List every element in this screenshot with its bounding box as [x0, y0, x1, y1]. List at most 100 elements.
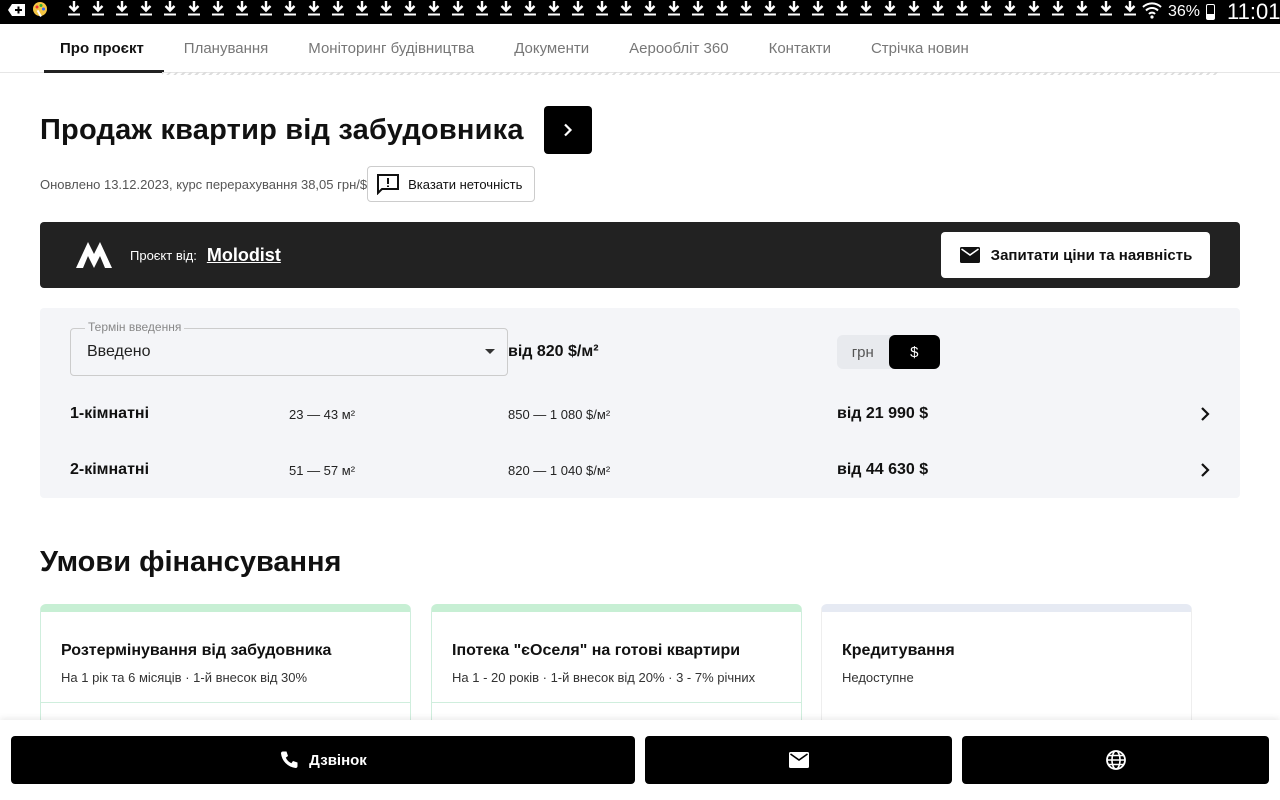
price-per-sqm: 850 — 1 080 $/м²: [508, 406, 611, 422]
feedback-icon: [377, 174, 400, 195]
download-icon: [182, 0, 206, 24]
battery-icon: [1206, 4, 1216, 20]
developer-logo: [76, 242, 112, 268]
developer-link[interactable]: Molodist: [207, 245, 281, 266]
price-panel: Термін введення Введено від 820 $/м² грн…: [40, 308, 1240, 498]
developer-bar: Проєкт від: Molodist Запитати ціни та на…: [40, 222, 1240, 288]
download-icon: [446, 0, 470, 24]
tab-news[interactable]: Стрічка новин: [851, 24, 989, 73]
financing-card-installment[interactable]: Розтермінування від забудовника На 1 рік…: [40, 604, 411, 734]
mail-icon: [959, 247, 980, 263]
card-desc: Недоступне: [842, 670, 914, 685]
download-icon: [206, 0, 230, 24]
download-icon: [1046, 0, 1070, 24]
call-label: Дзвінок: [309, 751, 367, 769]
update-info: Оновлено 13.12.2023, курс перерахування …: [40, 166, 536, 202]
download-icon: [422, 0, 446, 24]
completion-term-select[interactable]: Термін введення Введено: [70, 320, 508, 376]
report-label: Вказати неточність: [408, 176, 523, 192]
tab-aerial-360[interactable]: Аерообліт 360: [609, 24, 748, 73]
download-icon: [974, 0, 998, 24]
card-desc: На 1 рік та 6 місяців · 1-й внесок від 3…: [61, 670, 308, 685]
download-icon: [158, 0, 182, 24]
tab-contacts[interactable]: Контакти: [749, 24, 851, 73]
table-row[interactable]: 2-кімнатні 51 — 57 м² 820 — 1 040 $/м² в…: [70, 450, 1210, 490]
price-per-sqm: 820 — 1 040 $/м²: [508, 462, 611, 478]
download-icon: [1118, 0, 1142, 24]
phone-icon: [281, 751, 298, 768]
chevron-right-icon: [1201, 463, 1210, 477]
tab-documents[interactable]: Документи: [494, 24, 609, 73]
download-icon: [710, 0, 734, 24]
tab-planning[interactable]: Планування: [164, 24, 289, 73]
add-box-icon: [8, 0, 26, 24]
call-button[interactable]: Дзвінок: [11, 736, 635, 784]
download-icon: [518, 0, 542, 24]
financing-card-credit[interactable]: Кредитування Недоступне: [821, 604, 1192, 734]
download-icon: [62, 0, 86, 24]
status-bar: 36% 11:01: [0, 0, 1280, 24]
download-icon: [326, 0, 350, 24]
download-icon: [494, 0, 518, 24]
download-icon: [1022, 0, 1046, 24]
download-icon: [806, 0, 830, 24]
ask-prices-button[interactable]: Запитати ціни та наявність: [941, 232, 1210, 278]
currency-toggle: грн $: [837, 335, 940, 369]
price-from: від 21 990 $: [837, 405, 929, 422]
financing-title: Умови фінансування: [40, 546, 342, 578]
download-icon: [638, 0, 662, 24]
card-desc: На 1 - 20 років · 1-й внесок від 20% · 3…: [452, 670, 756, 685]
download-icon: [470, 0, 494, 24]
select-value: Введено: [87, 343, 151, 360]
page-header: Продаж квартир від забудовника: [40, 106, 592, 154]
download-icon: [86, 0, 110, 24]
download-icon: [278, 0, 302, 24]
bottom-action-bar: Дзвінок: [0, 720, 1280, 800]
mail-icon: [788, 752, 809, 768]
report-inaccuracy-button[interactable]: Вказати неточність: [367, 166, 536, 202]
download-notifications: [62, 0, 1142, 24]
download-icon: [254, 0, 278, 24]
download-icon: [926, 0, 950, 24]
globe-icon: [1105, 750, 1126, 770]
wifi-icon: [1142, 1, 1162, 24]
room-type: 2-кімнатні: [70, 461, 150, 478]
update-text: Оновлено 13.12.2023, курс перерахування …: [40, 176, 368, 192]
download-icon: [110, 0, 134, 24]
project-tabs: Про проєкт Планування Моніторинг будівни…: [0, 24, 1280, 73]
tab-about[interactable]: Про проєкт: [40, 24, 164, 73]
ask-prices-label: Запитати ціни та наявність: [990, 246, 1193, 264]
currency-usd-button[interactable]: $: [888, 335, 940, 369]
min-price-per-sqm: від 820 $/м²: [508, 343, 599, 360]
developer-label: Проєкт від:: [130, 247, 197, 263]
download-icon: [758, 0, 782, 24]
area-range: 23 — 43 м²: [289, 406, 356, 422]
download-icon: [590, 0, 614, 24]
download-icon: [998, 0, 1022, 24]
download-icon: [950, 0, 974, 24]
download-icon: [230, 0, 254, 24]
card-title: Кредитування: [842, 642, 955, 659]
download-icon: [830, 0, 854, 24]
website-button[interactable]: [962, 736, 1269, 784]
download-icon: [302, 0, 326, 24]
clock: 11:01: [1227, 0, 1280, 24]
tab-monitoring[interactable]: Моніторинг будівництва: [288, 24, 494, 73]
download-icon: [134, 0, 158, 24]
room-type: 1-кімнатні: [70, 405, 150, 422]
financing-card-mortgage[interactable]: Іпотека "єОселя" на готові квартири На 1…: [431, 604, 802, 734]
chevron-right-icon: [1201, 407, 1210, 421]
open-sales-button[interactable]: [543, 106, 592, 154]
download-icon: [566, 0, 590, 24]
currency-uah-button[interactable]: грн: [837, 335, 889, 369]
email-button[interactable]: [645, 736, 952, 784]
card-divider: [432, 702, 801, 703]
download-icon: [1070, 0, 1094, 24]
download-icon: [734, 0, 758, 24]
download-icon: [1094, 0, 1118, 24]
download-icon: [350, 0, 374, 24]
battery-percent: 36%: [1168, 3, 1201, 20]
download-icon: [782, 0, 806, 24]
table-row[interactable]: 1-кімнатні 23 — 43 м² 850 — 1 080 $/м² в…: [70, 394, 1210, 434]
caret-down-icon: [485, 349, 495, 354]
